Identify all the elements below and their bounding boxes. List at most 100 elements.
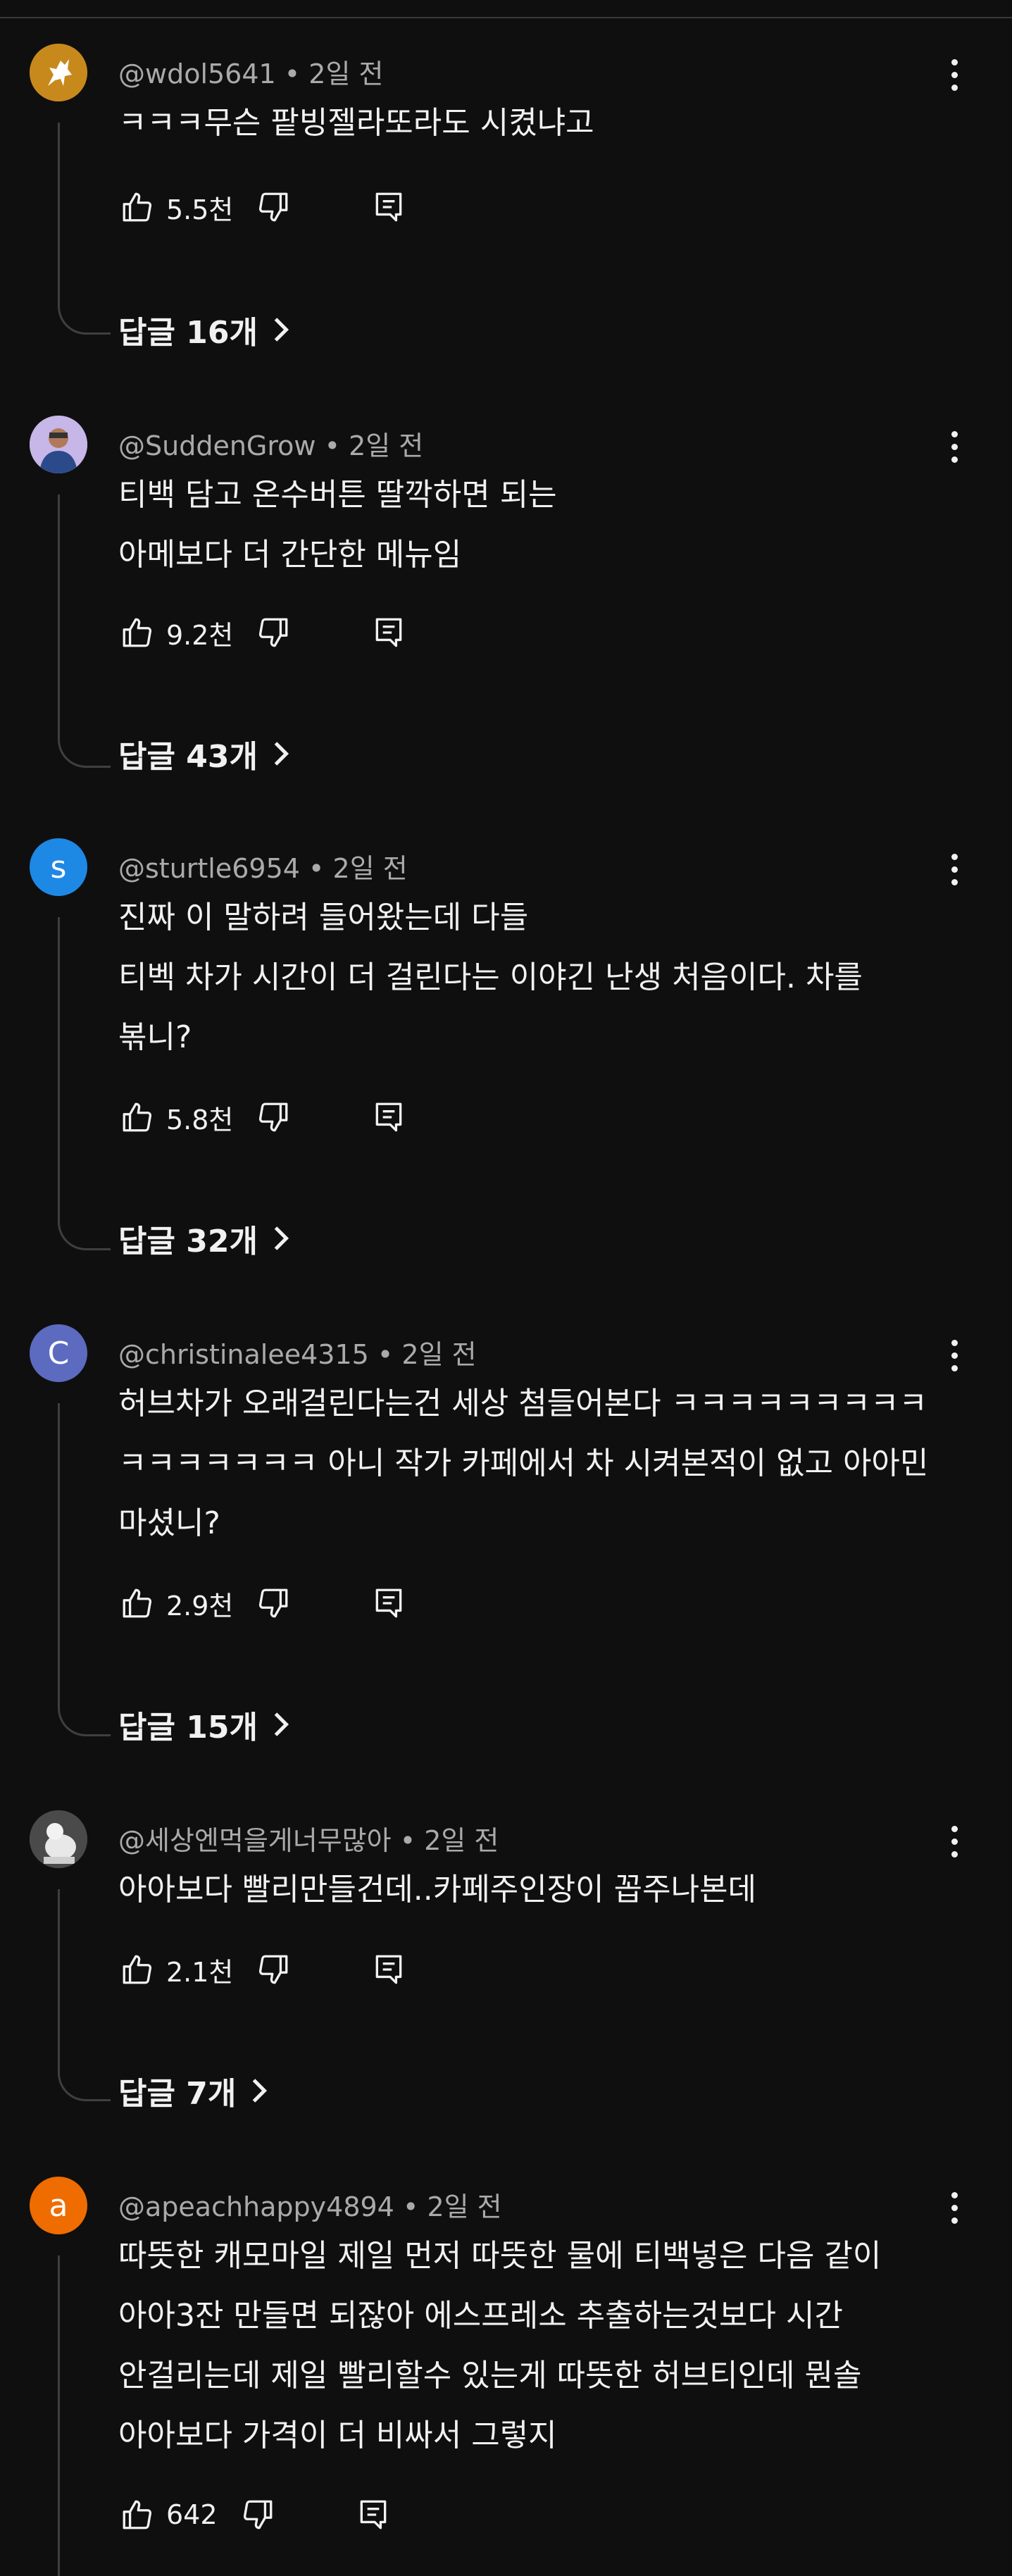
comment-meta: @apeachhappy4894 • 2일 전 bbox=[118, 2191, 502, 2222]
avatar[interactable] bbox=[30, 44, 87, 101]
replies-count: 답글 7개 bbox=[118, 2076, 237, 2112]
like-icon[interactable] bbox=[118, 2496, 156, 2534]
comment-line: 티백 담고 온수버튼 딸깍하면 되는 bbox=[118, 477, 557, 513]
comment-line: 아메보다 더 간단한 메뉴임 bbox=[118, 537, 462, 573]
dislike-icon[interactable] bbox=[254, 1098, 292, 1136]
like-icon[interactable] bbox=[118, 1950, 156, 1989]
thread-line bbox=[58, 1889, 111, 2101]
statue-photo-icon bbox=[30, 1810, 87, 1868]
comment-text: 따뜻한 캐모마일 제일 먼저 따뜻한 물에 티백넣은 다음 같이 아아3잔 만들… bbox=[118, 2226, 881, 2465]
comment-author[interactable]: @wdol5641 bbox=[118, 58, 276, 89]
comment-meta: @christinalee4315 • 2일 전 bbox=[118, 1339, 477, 1370]
comment-line: 티벡 차가 시간이 더 걸린다는 이야긴 난생 처음이다. 차를 bbox=[118, 959, 863, 995]
like-count: 5.8천 bbox=[166, 1104, 234, 1135]
comment-author[interactable]: @sturtle6954 bbox=[118, 853, 300, 884]
avatar[interactable]: C bbox=[30, 1324, 87, 1382]
more-options-icon[interactable] bbox=[940, 2185, 968, 2230]
thread-line bbox=[58, 917, 111, 1250]
comment-line: 아아3잔 만들면 되잖아 에스프레소 추출하는것보다 시간 bbox=[118, 2298, 843, 2334]
comment-time: 2일 전 bbox=[401, 1339, 477, 1370]
comment-meta: @wdol5641 • 2일 전 bbox=[118, 58, 384, 89]
comment-line: 볶니? bbox=[118, 1019, 192, 1055]
thread-line bbox=[58, 2255, 60, 2576]
replies-count: 답글 32개 bbox=[118, 1224, 258, 1259]
like-count: 2.1천 bbox=[166, 1956, 234, 1988]
top-divider bbox=[0, 0, 1012, 18]
comment-meta: @SuddenGrow • 2일 전 bbox=[118, 430, 424, 461]
reply-icon[interactable] bbox=[370, 1098, 408, 1136]
like-count: 2.9천 bbox=[166, 1590, 234, 1622]
person-photo-icon bbox=[30, 416, 87, 473]
comment-line: ㅋㅋㅋ무슨 팥빙젤라또라도 시켰냐고 bbox=[118, 105, 594, 141]
more-options-icon[interactable] bbox=[940, 52, 968, 97]
replies-count: 답글 16개 bbox=[118, 315, 258, 351]
like-icon[interactable] bbox=[118, 614, 156, 652]
view-replies-button[interactable]: 답글 7개 bbox=[118, 2068, 270, 2113]
like-icon[interactable] bbox=[118, 1098, 156, 1136]
dislike-icon[interactable] bbox=[254, 188, 292, 226]
comment-time: 2일 전 bbox=[427, 2191, 502, 2222]
dislike-icon[interactable] bbox=[254, 614, 292, 652]
view-replies-button[interactable]: 답글 32개 bbox=[118, 1216, 292, 1261]
like-count: 5.5천 bbox=[166, 194, 234, 225]
more-options-icon[interactable] bbox=[940, 1333, 968, 1378]
comment-actions: 5.5천 bbox=[118, 186, 408, 228]
more-options-icon[interactable] bbox=[940, 847, 968, 892]
avatar-letter: C bbox=[47, 1335, 70, 1371]
reply-icon[interactable] bbox=[370, 188, 408, 226]
view-replies-button[interactable]: 답글 16개 bbox=[118, 307, 292, 352]
pegasus-icon bbox=[30, 44, 87, 101]
thread-line bbox=[58, 494, 111, 768]
dislike-icon[interactable] bbox=[239, 2496, 277, 2534]
chevron-right-icon bbox=[274, 742, 289, 766]
replies-count: 답글 15개 bbox=[118, 1710, 258, 1746]
comment-line: 진짜 이 말하려 들어왔는데 다들 bbox=[118, 900, 529, 935]
comment-text: 허브차가 오래걸린다는건 세상 첨들어본다 ㅋㅋㅋㅋㅋㅋㅋㅋㅋ ㅋㅋㅋㅋㅋㅋㅋ … bbox=[118, 1374, 928, 1553]
comment-line: 따뜻한 캐모마일 제일 먼저 따뜻한 물에 티백넣은 다음 같이 bbox=[118, 2238, 882, 2274]
comment-text: 티백 담고 온수버튼 딸깍하면 되는 아메보다 더 간단한 메뉴임 bbox=[118, 465, 557, 585]
comment-actions: 2.1천 bbox=[118, 1948, 408, 1991]
dislike-icon[interactable] bbox=[254, 1950, 292, 1989]
comment-author[interactable]: @세상엔먹을게너무많아 bbox=[118, 1825, 392, 1856]
chevron-right-icon bbox=[274, 318, 289, 342]
comment-line: 아아보다 가격이 더 비싸서 그렇지 bbox=[118, 2418, 557, 2453]
avatar[interactable] bbox=[30, 416, 87, 473]
avatar[interactable]: s bbox=[30, 838, 87, 896]
avatar-letter: s bbox=[50, 849, 67, 885]
comment-line: 안걸리는데 제일 빨리할수 있는게 따뜻한 허브티인데 뭔솔 bbox=[118, 2358, 862, 2394]
reply-icon[interactable] bbox=[370, 1950, 408, 1989]
reply-icon[interactable] bbox=[370, 1584, 408, 1622]
chevron-right-icon bbox=[253, 2079, 268, 2103]
reply-icon[interactable] bbox=[354, 2496, 392, 2534]
comment-line: 마셨니? bbox=[118, 1505, 220, 1541]
comment-text: 진짜 이 말하려 들어왔는데 다들 티벡 차가 시간이 더 걸린다는 이야긴 난… bbox=[118, 888, 863, 1067]
comment-meta: @세상엔먹을게너무많아 • 2일 전 bbox=[118, 1825, 499, 1856]
comment-time: 2일 전 bbox=[332, 853, 408, 884]
comment-time: 2일 전 bbox=[349, 430, 424, 461]
comment-actions: 5.8천 bbox=[118, 1096, 408, 1138]
dislike-icon[interactable] bbox=[254, 1584, 292, 1622]
comment-time: 2일 전 bbox=[424, 1825, 499, 1856]
view-replies-button[interactable]: 답글 15개 bbox=[118, 1702, 292, 1747]
more-options-icon[interactable] bbox=[940, 1819, 968, 1864]
comment-actions: 642 bbox=[118, 2494, 392, 2536]
comment-author[interactable]: @apeachhappy4894 bbox=[118, 2191, 394, 2222]
more-options-icon[interactable] bbox=[940, 424, 968, 469]
avatar-letter: a bbox=[49, 2187, 68, 2224]
like-icon[interactable] bbox=[118, 188, 156, 226]
avatar[interactable] bbox=[30, 1810, 87, 1868]
comment-text: ㅋㅋㅋ무슨 팥빙젤라또라도 시켰냐고 bbox=[118, 93, 594, 153]
comment-text: 아아보다 빨리만들건데..카페주인장이 꼽주나본데 bbox=[118, 1860, 756, 1919]
comment-time: 2일 전 bbox=[308, 58, 384, 89]
thread-line bbox=[58, 123, 111, 335]
view-replies-button[interactable]: 답글 43개 bbox=[118, 731, 292, 776]
reply-icon[interactable] bbox=[370, 614, 408, 652]
like-icon[interactable] bbox=[118, 1584, 156, 1622]
like-count: 642 bbox=[166, 2499, 218, 2530]
replies-count: 답글 43개 bbox=[118, 739, 258, 775]
like-count: 9.2천 bbox=[166, 619, 234, 651]
avatar[interactable]: a bbox=[30, 2177, 87, 2234]
comment-meta: @sturtle6954 • 2일 전 bbox=[118, 853, 408, 884]
comment-author[interactable]: @christinalee4315 bbox=[118, 1339, 369, 1370]
comment-author[interactable]: @SuddenGrow bbox=[118, 430, 316, 461]
